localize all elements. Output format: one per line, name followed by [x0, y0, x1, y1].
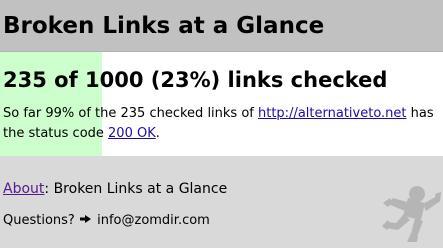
header-bar: Broken Links at a Glance: [0, 0, 443, 52]
result-panel: 235 of 1000 (23%) links checked So far 9…: [0, 52, 443, 156]
status-summary: So far 99% of the 235 checked links of h…: [3, 104, 441, 144]
page: Broken Links at a Glance 235 of 1000 (23…: [0, 0, 443, 248]
about-link[interactable]: About: [3, 181, 44, 197]
summary-suffix: .: [155, 126, 160, 141]
footer: About: Broken Links at a Glance Question…: [0, 156, 443, 248]
about-text: : Broken Links at a Glance: [44, 181, 228, 197]
status-code-link[interactable]: 200 OK: [108, 126, 156, 141]
right-arrow-icon: [79, 215, 91, 223]
contact-line: Questions? info@zomdir.com: [3, 211, 210, 231]
contact-email: info@zomdir.com: [97, 213, 210, 228]
summary-prefix: So far 99% of the 235 checked links of: [3, 106, 258, 121]
site-link[interactable]: http://alternativeto.net: [258, 106, 407, 121]
questions-label: Questions?: [3, 213, 75, 228]
page-title: Broken Links at a Glance: [3, 13, 325, 39]
about-line: About: Broken Links at a Glance: [3, 179, 227, 199]
mascot-silhouette-icon: [382, 186, 441, 242]
progress-headline: 235 of 1000 (23%) links checked: [3, 68, 388, 92]
